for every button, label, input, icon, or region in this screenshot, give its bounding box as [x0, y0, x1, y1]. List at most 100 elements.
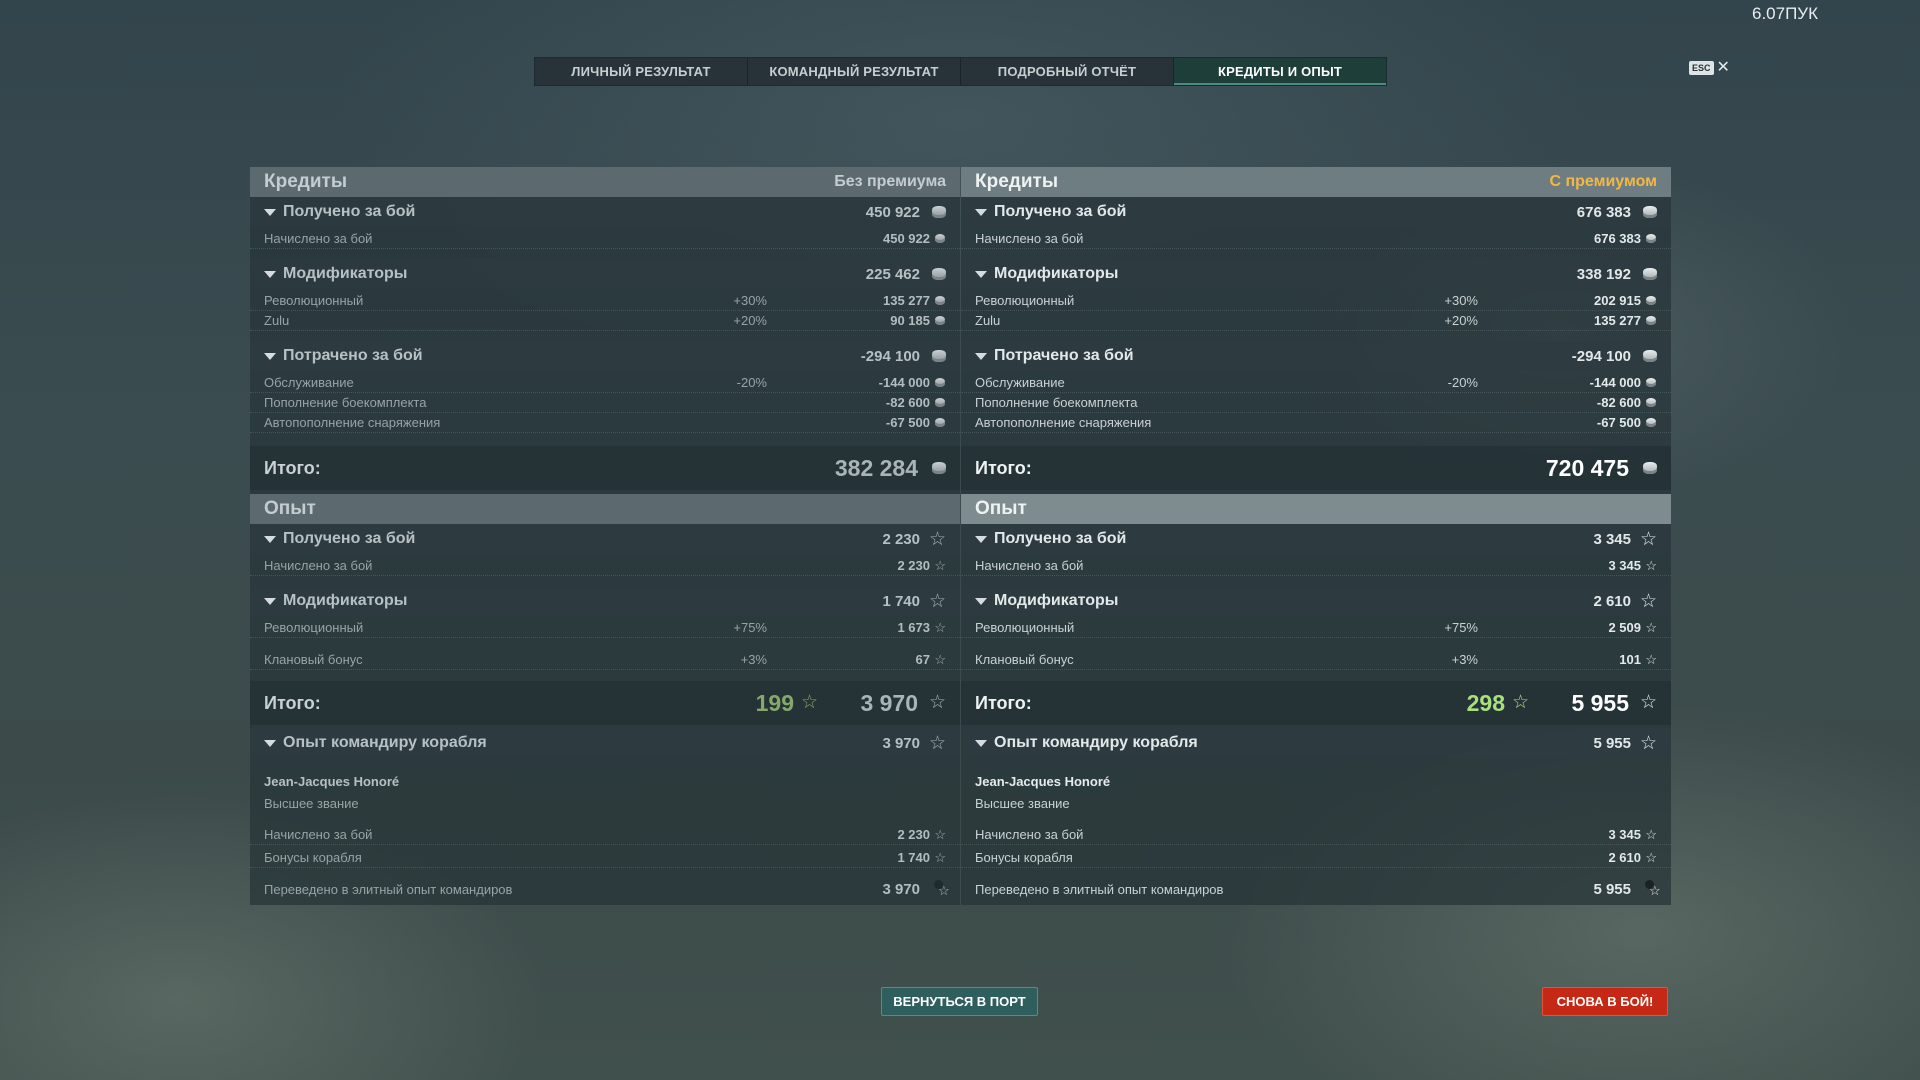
item-label: Пополнение боекомплекта: [264, 395, 427, 410]
item-value: 3 970: [882, 880, 920, 898]
item-label: Переведено в элитный опыт командиров: [975, 881, 1224, 897]
earned-item: Начислено за бой 450 922: [250, 229, 960, 249]
commander-rank-row: Высшее звание: [250, 793, 960, 813]
credits-icon: [935, 398, 945, 407]
spent-item: Обслуживание -20% -144 000: [250, 373, 960, 393]
item-percent: +20%: [733, 313, 767, 328]
xp-star-icon: ☆: [928, 692, 946, 713]
earned-label: Получено за бой: [994, 203, 1127, 220]
spent-item: Автопополнение снаряжения -67 500: [961, 413, 1671, 433]
xp-earned-value: 3 345: [1593, 530, 1631, 548]
item-label: Начислено за бой: [975, 827, 1084, 842]
commander-item: Начислено за бой 2 230 ☆: [250, 825, 960, 845]
modifiers-section[interactable]: Модификаторы 225 462: [250, 259, 960, 289]
item-percent: +75%: [1444, 620, 1478, 635]
item-label: Обслуживание: [264, 375, 354, 390]
credits-icon: [932, 462, 946, 474]
commander-xp-value: 5 955: [1593, 734, 1631, 752]
item-label: Начислено за бой: [975, 231, 1084, 246]
credits-icon: [932, 350, 946, 362]
commander-name-row: Jean-Jacques Honoré: [250, 771, 960, 791]
credits-header: Кредиты С премиумом: [961, 167, 1671, 197]
item-value: -82 600: [1596, 395, 1641, 410]
credits-icon: [1646, 316, 1656, 325]
item-label: Переведено в элитный опыт командиров: [264, 881, 513, 897]
item-label: Автопополнение снаряжения: [975, 415, 1152, 430]
return-to-port-button[interactable]: ВЕРНУТЬСЯ В ПОРТ: [881, 987, 1038, 1016]
total-value: 3 970: [860, 689, 918, 716]
item-label: Zulu: [264, 313, 290, 328]
tab-personal-result[interactable]: ЛИЧНЫЙ РЕЗУЛЬТАТ: [535, 58, 748, 85]
item-value: 1 740: [897, 850, 930, 865]
spent-value: -294 100: [860, 347, 920, 365]
item-label: Автопополнение снаряжения: [264, 415, 441, 430]
modifiers-section[interactable]: Модификаторы 338 192: [961, 259, 1671, 289]
total-label: Итого:: [975, 457, 1032, 478]
commander-xp-label: Опыт командиру корабля: [994, 734, 1198, 751]
earned-section[interactable]: Получено за бой 450 922: [250, 197, 960, 227]
credits-xp-panel-no-premium: Кредиты Без премиума Получено за бой 450…: [250, 167, 960, 905]
modifier-item: Zulu +20% 135 277: [961, 311, 1671, 331]
xp-modifier-item: Клановый бонус +3% 101 ☆: [961, 650, 1671, 670]
xp-earned-section[interactable]: Получено за бой 3 345 ☆: [961, 524, 1671, 554]
commander-xp-section[interactable]: Опыт командиру корабля 3 970 ☆: [250, 728, 960, 758]
credits-icon: [1643, 462, 1657, 474]
item-label: Революционный: [264, 620, 364, 635]
item-value: -67 500: [1596, 415, 1641, 430]
xp-star-icon: ☆: [1645, 620, 1657, 635]
xp-title: Опыт: [264, 498, 316, 519]
elite-xp-row: Переведено в элитный опыт командиров 3 9…: [250, 879, 960, 899]
credits-icon: [935, 296, 945, 305]
item-value: 5 955: [1593, 880, 1631, 898]
free-xp-value: 199: [755, 689, 794, 716]
xp-star-icon: ☆: [928, 732, 946, 754]
item-percent: +3%: [1451, 652, 1478, 667]
modifier-item: Революционный +30% 135 277: [250, 291, 960, 311]
credits-total: Итого: 720 475: [961, 446, 1671, 490]
total-value: 720 475: [1545, 454, 1629, 481]
credits-icon: [1643, 206, 1657, 218]
spent-section[interactable]: Потрачено за бой -294 100: [250, 341, 960, 371]
credits-icon: [935, 234, 945, 243]
triangle-down-icon: [975, 208, 987, 216]
commander-xp-section[interactable]: Опыт командиру корабля 5 955 ☆: [961, 728, 1671, 758]
spent-item: Пополнение боекомплекта -82 600: [250, 393, 960, 413]
xp-star-icon: ☆: [1639, 528, 1657, 550]
credits-icon: [935, 378, 945, 387]
credits-icon: [1646, 234, 1656, 243]
battle-again-button[interactable]: СНОВА В БОЙ!: [1542, 987, 1668, 1016]
xp-modifiers-section[interactable]: Модификаторы 1 740 ☆: [250, 586, 960, 616]
xp-star-icon: ☆: [934, 827, 946, 842]
item-value: -144 000: [1589, 375, 1641, 390]
tab-team-result[interactable]: КОМАНДНЫЙ РЕЗУЛЬТАТ: [748, 58, 961, 85]
xp-modifiers-value: 2 610: [1593, 592, 1631, 610]
xp-earned-section[interactable]: Получено за бой 2 230 ☆: [250, 524, 960, 554]
spent-section[interactable]: Потрачено за бой -294 100: [961, 341, 1671, 371]
tab-credits-and-xp[interactable]: КРЕДИТЫ И ОПЫТ: [1174, 58, 1386, 85]
item-value: 2 610: [1608, 850, 1641, 865]
item-value: 3 345: [1608, 827, 1641, 842]
item-label: Начислено за бой: [264, 231, 373, 246]
commander-item: Бонусы корабля 2 610 ☆: [961, 848, 1671, 868]
xp-earned-label: Получено за бой: [994, 530, 1127, 547]
earned-section[interactable]: Получено за бой 676 383: [961, 197, 1671, 227]
close-button[interactable]: ESC ✕: [1689, 59, 1730, 76]
modifiers-label: Модификаторы: [283, 265, 408, 282]
elite-commander-xp-icon: [1643, 880, 1661, 899]
item-percent: +30%: [733, 293, 767, 308]
modifier-item: Революционный +30% 202 915: [961, 291, 1671, 311]
credits-icon: [932, 268, 946, 280]
tab-detailed-report[interactable]: ПОДРОБНЫЙ ОТЧЁТ: [961, 58, 1174, 85]
spent-value: -294 100: [1571, 347, 1631, 365]
item-label: Революционный: [975, 620, 1075, 635]
xp-modifiers-label: Модификаторы: [283, 592, 408, 609]
credits-icon: [1643, 350, 1657, 362]
triangle-down-icon: [975, 739, 987, 747]
close-icon: ✕: [1716, 59, 1730, 76]
xp-star-icon: ☆: [1639, 732, 1657, 754]
item-percent: +75%: [733, 620, 767, 635]
item-value: -67 500: [885, 415, 930, 430]
modifiers-value: 338 192: [1576, 265, 1631, 283]
account-mode-label: Без премиума: [834, 173, 946, 190]
xp-modifiers-section[interactable]: Модификаторы 2 610 ☆: [961, 586, 1671, 616]
